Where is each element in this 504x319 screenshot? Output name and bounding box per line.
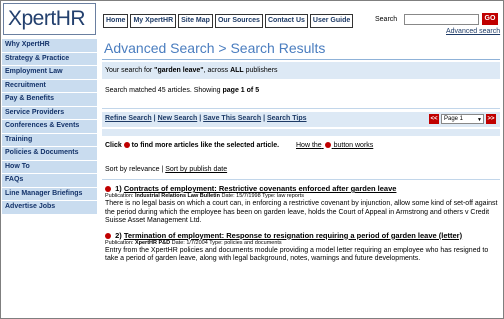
- xperthr-logo[interactable]: XpertHR: [3, 3, 96, 35]
- save-search-link[interactable]: Save This Search: [203, 115, 261, 122]
- sidebar-item-strategy-practice[interactable]: Strategy & Practice: [2, 52, 97, 66]
- more-like-this-icon[interactable]: [105, 186, 111, 193]
- result-meta: Publication: XpertHR P&D Date: 1/7/2004 …: [105, 239, 282, 246]
- nav-contact-us[interactable]: Contact Us: [264, 14, 308, 28]
- page-indicator: page 1 of 5: [222, 87, 260, 94]
- sidebar-item-conferences-events[interactable]: Conferences & Events: [2, 120, 97, 134]
- result-description: Entry from the XpertHR policies and docu…: [105, 246, 489, 263]
- search-label: Search: [375, 16, 398, 23]
- nav-home[interactable]: Home: [103, 14, 129, 28]
- sidebar-item-line-manager-briefings[interactable]: Line Manager Briefings: [2, 187, 97, 201]
- sidebar-item-recruitment[interactable]: Recruitment: [2, 79, 97, 93]
- sidebar-item-policies-documents[interactable]: Policies & Documents: [2, 147, 97, 161]
- search-query: "garden leave": [154, 67, 204, 74]
- more-like-this-icon: [123, 142, 130, 149]
- prev-page-button[interactable]: <<: [429, 114, 439, 124]
- top-nav: Home My XpertHR Site Map Our Sources Con…: [103, 14, 354, 28]
- results-toolbar: Refine Search | New Search | Save This S…: [102, 112, 500, 127]
- search-result: 2) Termination of employment: Response t…: [102, 231, 500, 264]
- more-like-this-icon[interactable]: [105, 232, 111, 239]
- search-summary: Your search for "garden leave", across A…: [102, 62, 500, 79]
- search-tips-link[interactable]: Search Tips: [267, 115, 307, 122]
- find-similar-hint: Click to find more articles like the sel…: [105, 142, 374, 149]
- more-like-this-icon: [324, 142, 331, 149]
- new-search-link[interactable]: New Search: [158, 115, 198, 122]
- divider: [102, 59, 500, 60]
- go-button[interactable]: GO: [482, 13, 498, 25]
- sidebar-item-how-to[interactable]: How To: [2, 160, 97, 174]
- refine-search-link[interactable]: Refine Search: [105, 115, 152, 122]
- sort-by-date-link[interactable]: Sort by publish date: [165, 166, 227, 173]
- pager: << Page 1 ▼ >>: [429, 114, 496, 124]
- main-content: Advanced Search > Search Results Your se…: [102, 38, 500, 264]
- nav-my-xperthr[interactable]: My XpertHR: [130, 14, 177, 28]
- advanced-search-link[interactable]: Advanced search: [446, 28, 500, 35]
- nav-site-map[interactable]: Site Map: [178, 14, 213, 28]
- howto-link-group: How the button works: [296, 142, 373, 149]
- search-result: 1) Contracts of employment: Restrictive …: [102, 184, 500, 226]
- nav-our-sources[interactable]: Our Sources: [214, 14, 263, 28]
- sort-relevance: Sort by relevance: [105, 166, 160, 173]
- sidebar-item-service-providers[interactable]: Service Providers: [2, 106, 97, 120]
- sidebar-item-faqs[interactable]: FAQs: [2, 174, 97, 188]
- page-title: Advanced Search > Search Results: [104, 40, 326, 56]
- divider: [102, 129, 500, 136]
- sidebar-item-advertise-jobs[interactable]: Advertise Jobs: [2, 201, 97, 215]
- howto-link[interactable]: How the button works: [296, 142, 373, 149]
- result-description: There is no legal basis on which a court…: [105, 200, 498, 224]
- sidebar-item-why-xperthr[interactable]: Why XpertHR: [2, 39, 97, 53]
- sidebar-item-employment-law[interactable]: Employment Law: [2, 66, 97, 80]
- divider: [102, 179, 500, 180]
- next-page-button[interactable]: >>: [486, 114, 496, 124]
- nav-user-guide[interactable]: User Guide: [309, 14, 354, 28]
- results-count: Search matched 45 articles. Showing page…: [105, 87, 260, 94]
- sort-options: Sort by relevance | Sort by publish date: [105, 166, 228, 173]
- result-title-link[interactable]: Contracts of employment: Restrictive cov…: [124, 184, 397, 193]
- logo-text: XpertHR: [8, 7, 86, 30]
- search-scope: ALL: [230, 67, 244, 74]
- divider: [102, 108, 500, 109]
- chevron-down-icon: ▼: [477, 117, 482, 123]
- sidebar: Why XpertHR Strategy & Practice Employme…: [2, 39, 97, 215]
- sidebar-item-training[interactable]: Training: [2, 133, 97, 147]
- result-title-link[interactable]: Termination of employment: Response to r…: [124, 231, 462, 240]
- page-select[interactable]: Page 1 ▼: [441, 114, 484, 124]
- search-input[interactable]: [404, 14, 479, 25]
- result-meta: Publication: Industrial Relations Law Bu…: [105, 193, 304, 199]
- sidebar-item-pay-benefits[interactable]: Pay & Benefits: [2, 93, 97, 107]
